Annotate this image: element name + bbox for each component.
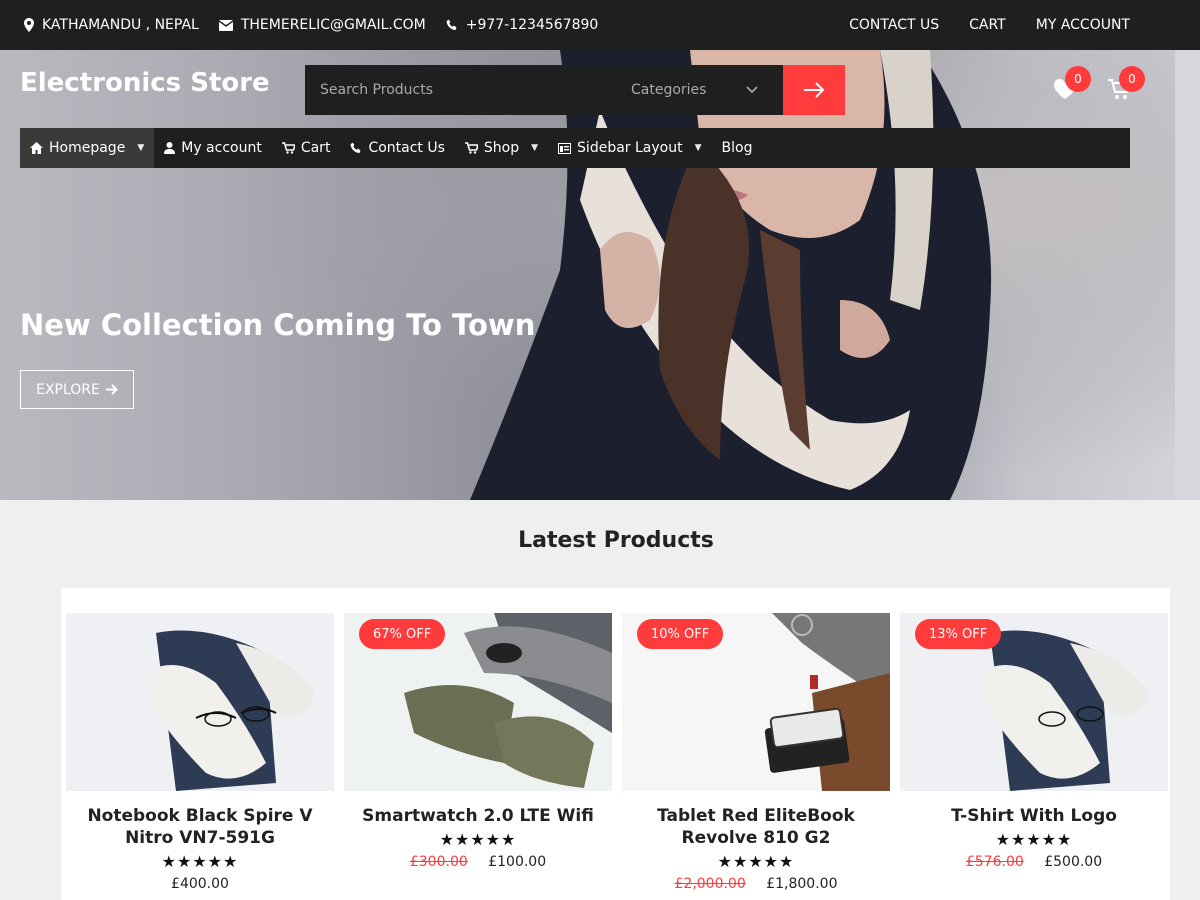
product-image[interactable]: 67% OFF [344, 613, 612, 791]
phone-item[interactable]: +977-1234567890 [446, 17, 599, 33]
arrow-right-icon [804, 82, 825, 98]
layout-icon [558, 142, 572, 154]
nav-item-contact-us[interactable]: Contact Us [340, 128, 454, 168]
rating-stars: ★★★★★ [439, 830, 517, 849]
current-price: £100.00 [488, 854, 547, 870]
nav-label: Sidebar Layout [577, 140, 683, 156]
current-price: £400.00 [171, 876, 229, 892]
email-item[interactable]: THEMERELIC@GMAIL.COM [218, 17, 426, 33]
caret-down-icon: ▼ [531, 143, 539, 153]
chevron-down-icon [746, 86, 759, 94]
product-card[interactable]: 13% OFF T-Shirt With Logo ★★★★★ £576.00 … [900, 613, 1168, 870]
top-links: CONTACT US CART MY ACCOUNT [849, 0, 1130, 50]
nav-item-sidebar-layout[interactable]: Sidebar Layout ▼ [548, 128, 711, 168]
contact-info: KATHAMANDU , NEPAL THEMERELIC@GMAIL.COM … [24, 0, 608, 50]
search-bar: Categories [305, 65, 845, 115]
top-bar: KATHAMANDU , NEPAL THEMERELIC@GMAIL.COM … [0, 0, 1200, 50]
product-name[interactable]: T-Shirt With Logo [900, 805, 1168, 827]
nav-label: Shop [483, 140, 520, 156]
original-price: £300.00 [409, 854, 468, 870]
top-link-cart[interactable]: CART [969, 17, 1006, 33]
product-image[interactable]: 10% OFF [622, 613, 890, 791]
products-grid: Notebook Black Spire V Nitro VN7-591G ★★… [61, 588, 1170, 900]
cart-icon [464, 142, 478, 154]
nav-item-homepage[interactable]: Homepage ▼ [20, 128, 155, 168]
product-card[interactable]: 67% OFF Smartwatch 2.0 LTE Wifi ★★★★★ £3… [344, 613, 612, 870]
rating-stars: ★★★★★ [995, 830, 1073, 849]
explore-button[interactable]: EXPLORE [20, 370, 134, 409]
caret-down-icon: ▼ [694, 143, 702, 153]
product-image[interactable] [66, 613, 334, 791]
arrow-right-icon [105, 384, 118, 395]
search-submit-button[interactable] [783, 65, 845, 115]
product-price: £300.00 £100.00 [344, 854, 612, 870]
current-price: £500.00 [1044, 854, 1103, 870]
categories-select[interactable]: Categories [631, 65, 759, 115]
original-price: £576.00 [965, 854, 1024, 870]
top-link-contact-us[interactable]: CONTACT US [849, 17, 939, 33]
hero-title: New Collection Coming To Town [20, 308, 536, 342]
location-text: KATHAMANDU , NEPAL [42, 17, 199, 33]
cart-count-badge: 0 [1119, 66, 1145, 92]
home-icon [30, 142, 43, 154]
site-title[interactable]: Electronics Store [20, 68, 270, 98]
search-input[interactable] [305, 65, 605, 115]
nav-item-my-account[interactable]: My account [154, 128, 272, 168]
phone-icon [446, 19, 457, 30]
phone-icon [350, 142, 361, 153]
section-title: Latest Products [518, 528, 714, 553]
discount-badge: 10% OFF [637, 619, 724, 649]
product-name[interactable]: Notebook Black Spire V Nitro VN7-591G [66, 805, 334, 849]
wishlist-button[interactable]: 0 [1045, 66, 1091, 104]
rating-stars: ★★★★★ [717, 852, 795, 871]
top-link-my-account[interactable]: MY ACCOUNT [1036, 17, 1130, 33]
rating-stars: ★★★★★ [161, 852, 239, 871]
hero-background-image [0, 50, 1200, 500]
nav-item-cart[interactable]: Cart [272, 128, 341, 168]
original-price: £2,000.00 [674, 876, 746, 892]
nav-item-blog[interactable]: Blog [712, 128, 763, 168]
nav-label: My account [181, 140, 262, 156]
product-price: £2,000.00 £1,800.00 [622, 876, 890, 892]
discount-badge: 13% OFF [915, 619, 1002, 649]
phone-text[interactable]: +977-1234567890 [466, 17, 599, 33]
product-name[interactable]: Smartwatch 2.0 LTE Wifi [344, 805, 612, 827]
product-card[interactable]: 10% OFF Tablet Red EliteBook Revolve 810… [622, 613, 890, 892]
discount-badge: 67% OFF [359, 619, 446, 649]
caret-down-icon: ▼ [137, 143, 145, 153]
product-image[interactable]: 13% OFF [900, 613, 1168, 791]
hero-banner: Electronics Store Categories 0 0 Homepag… [0, 50, 1200, 500]
cart-icon [281, 142, 295, 154]
product-card[interactable]: Notebook Black Spire V Nitro VN7-591G ★★… [66, 613, 334, 892]
wishlist-count-badge: 0 [1065, 66, 1091, 92]
hero-photo-illustration [0, 50, 1200, 500]
main-navigation: Homepage ▼ My account Cart Contact Us Sh… [20, 128, 1130, 168]
envelope-icon [218, 19, 233, 31]
nav-label: Blog [721, 140, 753, 156]
user-icon [164, 142, 176, 154]
location-item: KATHAMANDU , NEPAL [24, 17, 199, 33]
nav-label: Contact Us [368, 140, 445, 156]
current-price: £1,800.00 [766, 876, 838, 892]
nav-label: Cart [300, 140, 331, 156]
map-marker-icon [24, 18, 34, 32]
nav-item-shop[interactable]: Shop ▼ [455, 128, 548, 168]
product-price: £576.00 £500.00 [900, 854, 1168, 870]
explore-label: EXPLORE [36, 381, 100, 398]
product-name[interactable]: Tablet Red EliteBook Revolve 810 G2 [622, 805, 890, 849]
product-price: £400.00 [66, 876, 334, 892]
nav-label: Homepage [49, 140, 126, 156]
email-text[interactable]: THEMERELIC@GMAIL.COM [241, 17, 426, 33]
product-photo-clothes [66, 613, 334, 791]
categories-label: Categories [631, 82, 707, 98]
cart-button[interactable]: 0 [1099, 66, 1145, 104]
